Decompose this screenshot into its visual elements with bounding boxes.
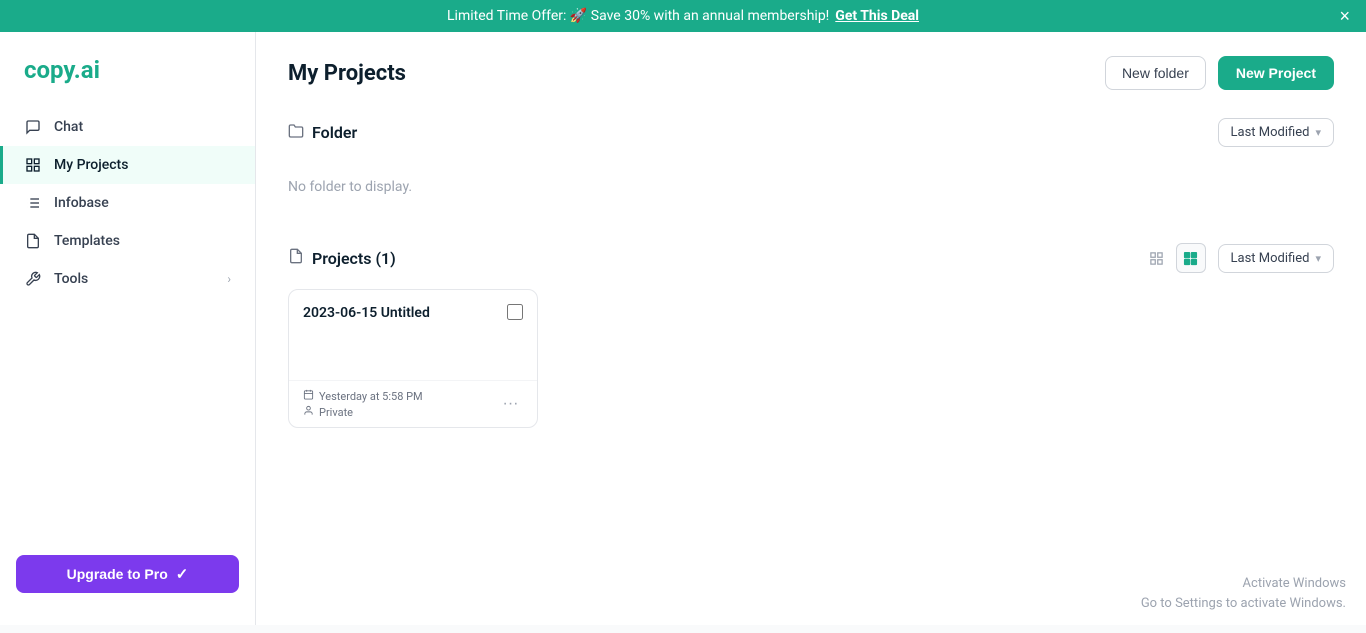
projects-grid: 2023-06-15 Untitled Yesterday at 5:58 PM [288, 289, 1334, 428]
sidebar-item-tools-label: Tools [54, 271, 88, 287]
infobase-icon [24, 194, 42, 212]
chat-icon [24, 118, 42, 136]
folder-section: Folder Last Modified ▾ No folder to disp… [288, 118, 1334, 211]
banner-text: Limited Time Offer: 🚀 Save 30% with an a… [447, 8, 829, 24]
project-card-title: 2023-06-15 Untitled [303, 304, 430, 324]
card-privacy: Private [303, 405, 423, 419]
sidebar-item-templates[interactable]: Templates [0, 222, 255, 260]
tools-chevron-icon: › [227, 272, 231, 286]
promo-banner: Limited Time Offer: 🚀 Save 30% with an a… [0, 0, 1366, 32]
verified-icon: ✓ [176, 565, 189, 583]
view-controls: Last Modified ▾ [1142, 243, 1334, 273]
logo: copy.ai [0, 48, 255, 108]
folder-section-title: Folder [312, 123, 357, 142]
projects-sort-label: Last Modified [1231, 251, 1310, 266]
page-title: My Projects [288, 61, 406, 86]
lock-icon [303, 405, 314, 419]
header-actions: New folder New Project [1105, 56, 1334, 90]
sidebar-item-infobase-label: Infobase [54, 195, 109, 211]
sidebar-item-infobase[interactable]: Infobase [0, 184, 255, 222]
templates-icon [24, 232, 42, 250]
sidebar-item-templates-label: Templates [54, 233, 120, 249]
sidebar-item-tools[interactable]: Tools › [0, 260, 255, 298]
card-privacy-text: Private [319, 406, 353, 419]
banner-close-button[interactable]: × [1339, 7, 1350, 25]
folder-section-header: Folder Last Modified ▾ [288, 118, 1334, 147]
tools-icon [24, 270, 42, 288]
card-meta: Yesterday at 5:58 PM Private [303, 389, 423, 419]
upgrade-btn-label: Upgrade to Pro [67, 566, 168, 582]
folder-icon [288, 123, 304, 143]
folder-empty-state: No folder to display. [288, 163, 1334, 211]
card-date-text: Yesterday at 5:58 PM [319, 390, 423, 403]
project-card[interactable]: 2023-06-15 Untitled Yesterday at 5:58 PM [288, 289, 538, 428]
projects-title-row: Projects (1) [288, 248, 396, 268]
sidebar-item-chat-label: Chat [54, 119, 83, 135]
sidebar-bottom: Upgrade to Pro ✓ [0, 539, 255, 609]
card-more-button[interactable]: ··· [499, 393, 523, 415]
get-deal-link[interactable]: Get This Deal [835, 8, 919, 24]
logo-part1: copy. [24, 56, 81, 84]
folder-sort-dropdown[interactable]: Last Modified ▾ [1218, 118, 1334, 147]
card-footer: Yesterday at 5:58 PM Private ··· [289, 380, 537, 427]
new-project-button[interactable]: New Project [1218, 56, 1334, 90]
logo-part2: ai [81, 56, 100, 84]
sidebar-item-projects-label: My Projects [54, 157, 128, 173]
main-content: My Projects New folder New Project Folde… [256, 32, 1366, 625]
calendar-icon [303, 389, 314, 403]
projects-icon [24, 156, 42, 174]
view-toggle [1142, 243, 1206, 273]
upgrade-to-pro-button[interactable]: Upgrade to Pro ✓ [16, 555, 239, 593]
projects-section: Projects (1) Last Modified ▾ [288, 243, 1334, 428]
grid-view-button[interactable] [1176, 243, 1206, 273]
folder-title-row: Folder [288, 123, 357, 143]
list-view-button[interactable] [1142, 243, 1172, 273]
projects-sort-chevron-icon: ▾ [1315, 252, 1321, 265]
projects-section-header: Projects (1) Last Modified ▾ [288, 243, 1334, 273]
project-card-checkbox[interactable] [507, 304, 523, 320]
folder-sort-label: Last Modified [1231, 125, 1310, 140]
card-top: 2023-06-15 Untitled [289, 290, 537, 380]
page-header: My Projects New folder New Project [288, 56, 1334, 90]
card-date: Yesterday at 5:58 PM [303, 389, 423, 403]
folder-sort-chevron-icon: ▾ [1315, 126, 1321, 139]
sidebar-item-my-projects[interactable]: My Projects [0, 146, 255, 184]
projects-section-title: Projects (1) [312, 249, 396, 268]
projects-section-icon [288, 248, 304, 268]
sidebar-item-chat[interactable]: Chat [0, 108, 255, 146]
sidebar: copy.ai Chat My Projects Infobase [0, 32, 256, 625]
projects-sort-dropdown[interactable]: Last Modified ▾ [1218, 244, 1334, 273]
new-folder-button[interactable]: New folder [1105, 56, 1206, 90]
